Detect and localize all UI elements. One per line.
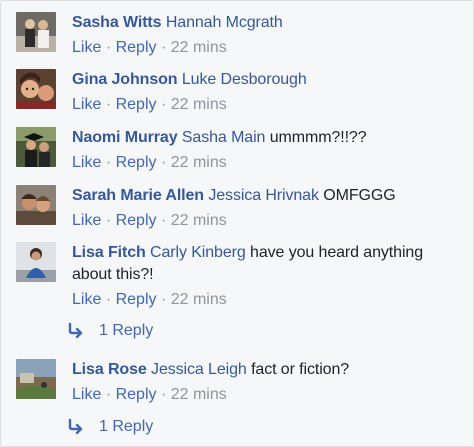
comment-actions: Like · Reply · 22 mins	[72, 210, 465, 232]
like-button[interactable]: Like	[72, 96, 101, 113]
avatar[interactable]	[16, 12, 56, 52]
comment-actions: Like · Reply · 22 mins	[72, 94, 465, 116]
comment-timestamp[interactable]: 22 mins	[171, 291, 227, 308]
tagged-user[interactable]: Carly Kinberg	[150, 244, 246, 261]
reply-button[interactable]: Reply	[116, 212, 157, 229]
view-replies-link[interactable]: 1 Reply	[67, 416, 153, 438]
comment-timestamp[interactable]: 22 mins	[171, 39, 227, 56]
comment-text: ummmm?!!??	[269, 129, 367, 146]
separator: ·	[160, 39, 167, 56]
reply-arrow-icon	[67, 418, 87, 434]
like-button[interactable]: Like	[72, 39, 101, 56]
comment-author[interactable]: Lisa Fitch	[72, 244, 146, 261]
tagged-user[interactable]: Jessica Leigh	[151, 361, 247, 378]
comment-author[interactable]: Lisa Rose	[72, 361, 147, 378]
comment-actions: Like · Reply · 22 mins	[72, 384, 465, 406]
separator: ·	[105, 386, 112, 403]
like-button[interactable]: Like	[72, 291, 101, 308]
comment-timestamp[interactable]: 22 mins	[171, 154, 227, 171]
avatar[interactable]	[16, 69, 56, 109]
separator: ·	[105, 212, 112, 229]
reply-button[interactable]: Reply	[116, 291, 157, 308]
avatar[interactable]	[16, 242, 56, 282]
comment-timestamp[interactable]: 22 mins	[171, 386, 227, 403]
comment-author[interactable]: Sasha Witts	[72, 14, 162, 31]
replies-count[interactable]: 1 Reply	[99, 418, 153, 435]
comment-actions: Like · Reply · 22 mins	[72, 37, 465, 59]
avatar[interactable]	[16, 359, 56, 399]
replies-count[interactable]: 1 Reply	[99, 322, 153, 339]
comment-text-continued: about this?!	[72, 266, 154, 283]
like-button[interactable]: Like	[72, 386, 101, 403]
comment-actions: Like · Reply · 22 mins	[72, 289, 465, 311]
comment-text: have you heard anything	[250, 244, 423, 261]
comment-author[interactable]: Naomi Murray	[72, 129, 178, 146]
view-replies-link[interactable]: 1 Reply	[67, 320, 153, 342]
separator: ·	[105, 96, 112, 113]
separator: ·	[160, 154, 167, 171]
like-button[interactable]: Like	[72, 154, 101, 171]
separator: ·	[105, 39, 112, 56]
comment-text: fact or fiction?	[251, 361, 350, 378]
separator: ·	[160, 212, 167, 229]
reply-button[interactable]: Reply	[116, 96, 157, 113]
comment-text: OMFGGG	[323, 187, 396, 204]
comment-author[interactable]: Gina Johnson	[72, 71, 178, 88]
avatar[interactable]	[16, 127, 56, 167]
tagged-user[interactable]: Jessica Hrivnak	[208, 187, 319, 204]
reply-button[interactable]: Reply	[116, 39, 157, 56]
separator: ·	[105, 154, 112, 171]
separator: ·	[105, 291, 112, 308]
reply-button[interactable]: Reply	[116, 386, 157, 403]
separator: ·	[160, 386, 167, 403]
comment-timestamp[interactable]: 22 mins	[171, 212, 227, 229]
like-button[interactable]: Like	[72, 212, 101, 229]
comment-timestamp[interactable]: 22 mins	[171, 96, 227, 113]
tagged-user[interactable]: Luke Desborough	[182, 71, 307, 88]
comment-actions: Like · Reply · 22 mins	[72, 152, 465, 174]
separator: ·	[160, 291, 167, 308]
avatar[interactable]	[16, 185, 56, 225]
comments-panel: Sasha Witts Hannah Mcgrath Like · Reply …	[0, 0, 474, 447]
comment-author[interactable]: Sarah Marie Allen	[72, 187, 204, 204]
reply-arrow-icon	[67, 322, 87, 338]
tagged-user[interactable]: Hannah Mcgrath	[166, 14, 283, 31]
reply-button[interactable]: Reply	[116, 154, 157, 171]
tagged-user[interactable]: Sasha Main	[182, 129, 266, 146]
separator: ·	[160, 96, 167, 113]
